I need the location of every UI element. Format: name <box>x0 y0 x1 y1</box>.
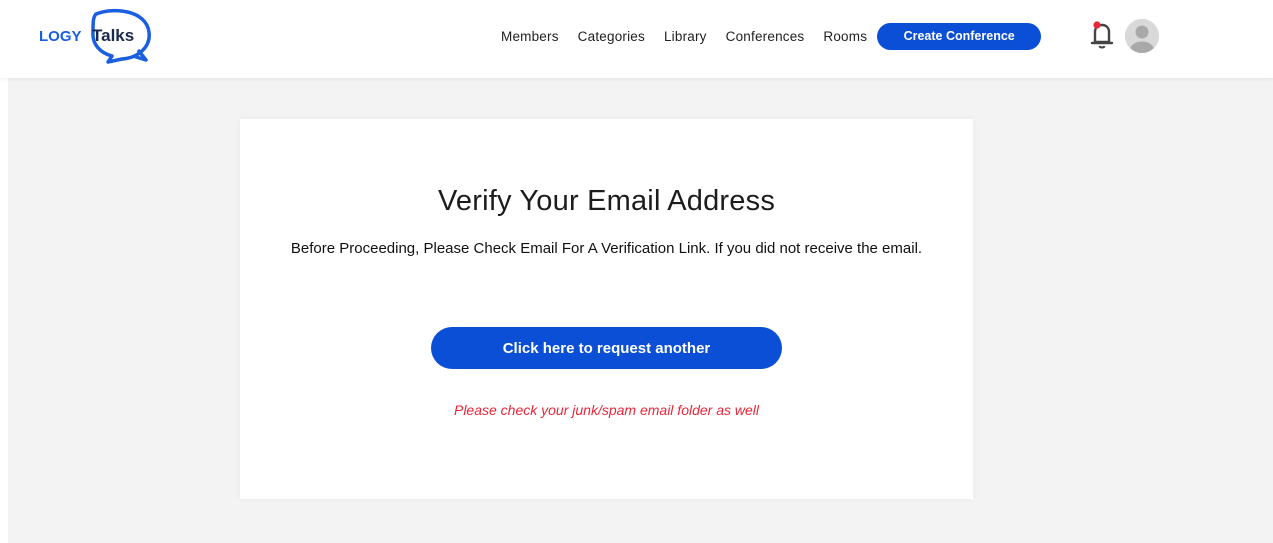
create-conference-button[interactable]: Create Conference <box>877 22 1042 50</box>
page: LOGY Talks Members Categories Library Co… <box>0 0 1273 543</box>
bell-icon[interactable] <box>1089 20 1115 50</box>
main-nav: Members Categories Library Conferences R… <box>501 22 1042 50</box>
nav-item-members[interactable]: Members <box>501 29 559 44</box>
request-another-button[interactable]: Click here to request another <box>431 327 782 369</box>
verify-email-card: Verify Your Email Address Before Proceed… <box>240 119 973 499</box>
logo-text-right: Talks <box>92 26 134 45</box>
verification-instructions: Before Proceeding, Please Check Email Fo… <box>290 240 923 257</box>
content-area: Verify Your Email Address Before Proceed… <box>8 78 1273 543</box>
page-title: Verify Your Email Address <box>437 185 776 217</box>
nav-item-library[interactable]: Library <box>664 29 707 44</box>
top-header: LOGY Talks Members Categories Library Co… <box>0 0 1273 78</box>
user-avatar[interactable] <box>1125 19 1159 53</box>
logytalks-logo[interactable]: LOGY Talks <box>38 8 154 64</box>
nav-item-rooms[interactable]: Rooms <box>823 29 867 44</box>
nav-item-categories[interactable]: Categories <box>578 29 645 44</box>
notification-dot <box>1093 21 1101 29</box>
spam-folder-note: Please check your junk/spam email folder… <box>453 402 760 418</box>
nav-item-conferences[interactable]: Conferences <box>726 29 805 44</box>
logo-text-left: LOGY <box>39 28 82 45</box>
